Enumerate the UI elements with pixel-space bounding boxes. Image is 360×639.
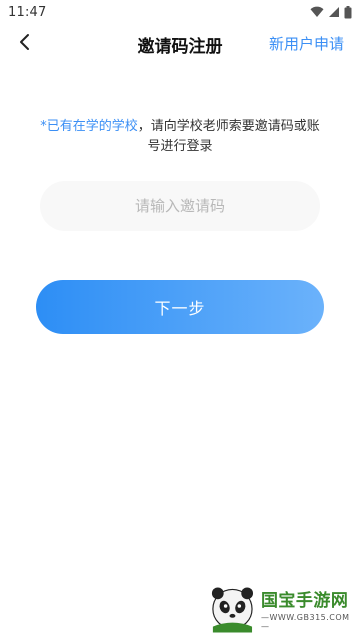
new-user-apply-link[interactable]: 新用户申请: [269, 33, 344, 54]
hint-highlight: *已有在学的学校: [40, 119, 138, 134]
invite-hint: *已有在学的学校，请向学校老师索要邀请码或账号进行登录: [36, 117, 324, 157]
screen: 11:47 邀请码注册 新用户申请 *已有在学的学校，请向学校老师索要邀请码或账…: [0, 0, 360, 639]
panda-logo-icon: [211, 587, 254, 633]
watermark-text: 国宝手游网 —WWW.GB315.COM—: [261, 586, 356, 631]
signal-icon: [328, 6, 340, 18]
status-time: 11:47: [8, 4, 47, 20]
watermark-url: —WWW.GB315.COM—: [260, 612, 350, 631]
next-button[interactable]: 下一步: [36, 280, 324, 334]
app-bar: 邀请码注册 新用户申请: [0, 24, 360, 64]
hint-text: ，请向学校老师索要邀请码或账号进行登录: [137, 119, 320, 154]
watermark: 国宝手游网 —WWW.GB315.COM—: [206, 579, 356, 637]
status-bar: 11:47: [0, 0, 360, 24]
invite-code-input[interactable]: [40, 181, 320, 231]
status-icons: [310, 5, 352, 19]
watermark-brand: 国宝手游网: [260, 590, 349, 611]
battery-icon: [344, 5, 352, 19]
wifi-icon: [310, 6, 324, 18]
